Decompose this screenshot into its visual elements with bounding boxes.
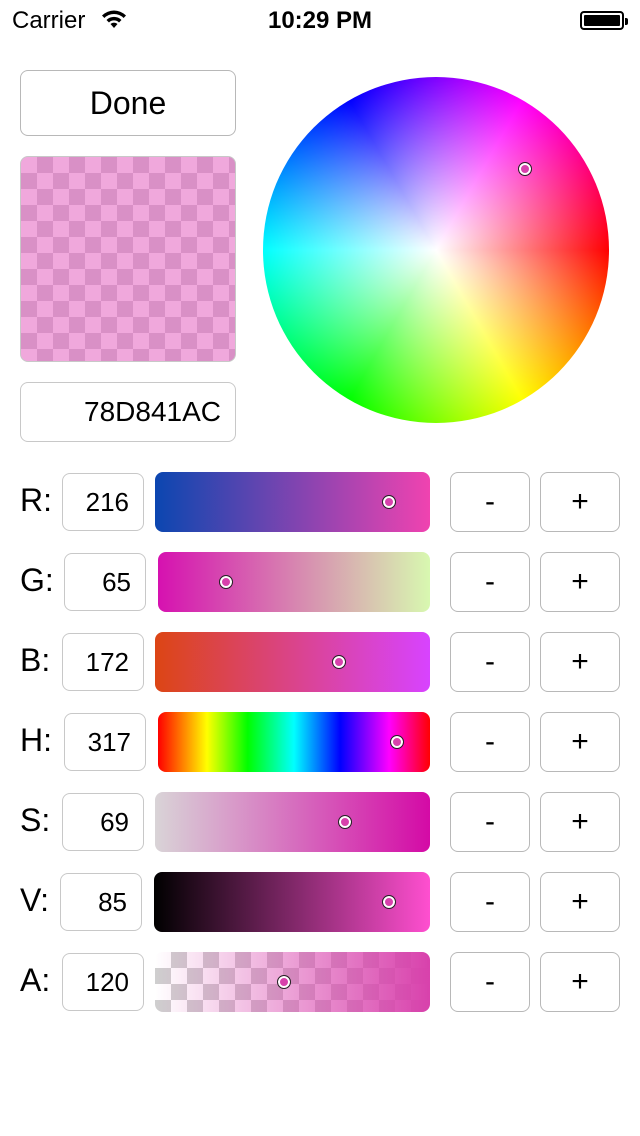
green-value-input[interactable]: 65: [64, 553, 146, 611]
saturation-value-input[interactable]: 69: [62, 793, 144, 851]
green-slider-handle[interactable]: [219, 575, 233, 589]
hue-increment-button[interactable]: +: [540, 712, 620, 772]
battery-icon: [580, 11, 628, 30]
blue-slider-handle[interactable]: [332, 655, 347, 669]
saturation-slider[interactable]: [155, 792, 430, 852]
value-label: V:: [20, 882, 50, 918]
blue-slider[interactable]: [155, 632, 430, 692]
green-decrement-button[interactable]: -: [450, 552, 530, 612]
alpha-slider-handle[interactable]: [277, 975, 292, 989]
hue-slider-handle[interactable]: [390, 735, 405, 749]
saturation-increment-button[interactable]: +: [540, 792, 620, 852]
red-decrement-button[interactable]: -: [450, 472, 530, 532]
alpha-slider[interactable]: [155, 952, 430, 1012]
value-slider-handle[interactable]: [381, 895, 396, 909]
blue-value-input[interactable]: 172: [62, 633, 144, 691]
color-wheel[interactable]: [263, 77, 609, 423]
red-label: R:: [20, 482, 52, 518]
value-decrement-button[interactable]: -: [450, 872, 530, 932]
status-bar: Carrier 10:29 PM: [0, 0, 640, 40]
status-time: 10:29 PM: [267, 7, 373, 34]
blue-label: B:: [20, 642, 51, 678]
value-value-input[interactable]: 85: [60, 873, 142, 931]
value-increment-button[interactable]: +: [540, 872, 620, 932]
red-increment-button[interactable]: +: [540, 472, 620, 532]
alpha-label: A:: [20, 962, 51, 998]
hex-input[interactable]: 78D841AC: [20, 382, 236, 442]
green-increment-button[interactable]: +: [540, 552, 620, 612]
hue-slider[interactable]: [158, 712, 430, 772]
saturation-slider-handle[interactable]: [337, 815, 352, 829]
color-wheel-handle[interactable]: [518, 162, 532, 176]
saturation-decrement-button[interactable]: -: [450, 792, 530, 852]
saturation-label: S:: [20, 802, 51, 838]
hue-label: H:: [20, 722, 52, 758]
color-preview-swatch: [20, 156, 236, 362]
alpha-value-input[interactable]: 120: [62, 953, 144, 1011]
blue-decrement-button[interactable]: -: [450, 632, 530, 692]
done-button[interactable]: Done: [20, 70, 236, 136]
red-slider-handle[interactable]: [381, 495, 396, 509]
blue-increment-button[interactable]: +: [540, 632, 620, 692]
alpha-decrement-button[interactable]: -: [450, 952, 530, 1012]
hue-decrement-button[interactable]: -: [450, 712, 530, 772]
red-value-input[interactable]: 216: [62, 473, 144, 531]
hue-value-input[interactable]: 317: [64, 713, 146, 771]
green-slider[interactable]: [158, 552, 430, 612]
green-label: G:: [20, 562, 54, 598]
alpha-increment-button[interactable]: +: [540, 952, 620, 1012]
